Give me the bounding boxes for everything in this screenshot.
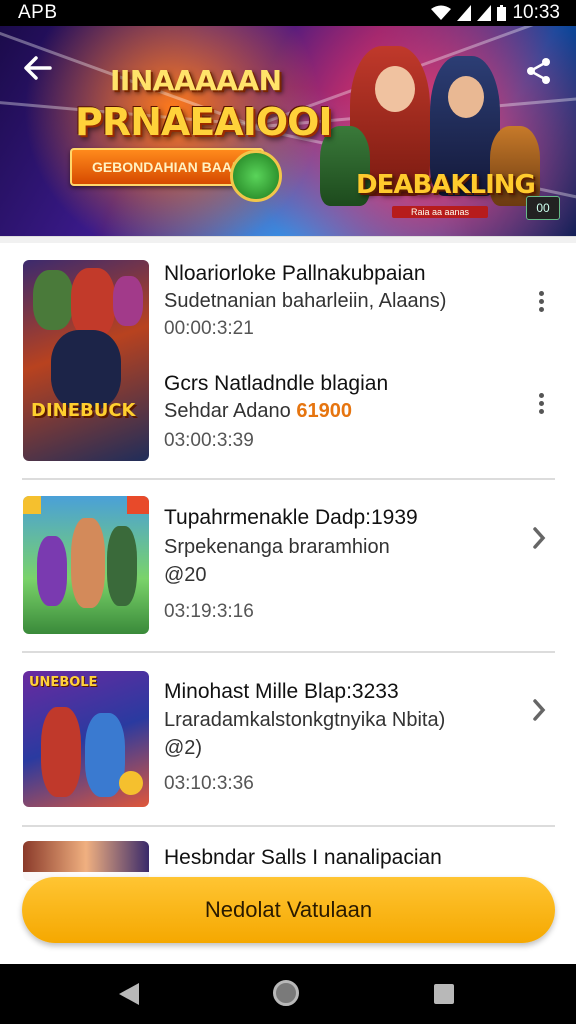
item-subtitle: Sehdar Adano 61900 [164, 400, 352, 423]
item-subtitle: Lraradamkalstonkgtnyika Nbita) [164, 709, 446, 731]
battery-icon [497, 5, 507, 21]
open-item-button[interactable] [532, 698, 552, 728]
chevron-right-icon [533, 527, 546, 549]
item-subtitle: Srpekenanga braramhion [164, 536, 390, 558]
more-options-button[interactable] [534, 390, 548, 420]
item-title[interactable]: Hesbndar Salls I nanalipacian [164, 846, 442, 870]
hero-figure [375, 66, 415, 112]
banner-badge: 00 [526, 196, 560, 220]
banner-logo: DEABAKLING [356, 170, 536, 200]
more-options-button[interactable] [534, 288, 548, 318]
banner-logo-sub: Raia aa aanas [392, 206, 488, 218]
item-time: 03:19:3:16 [164, 601, 254, 622]
row-separator [22, 478, 555, 480]
carrier-label: APB [18, 2, 58, 23]
item-time: 03:10:3:36 [164, 773, 254, 794]
recent-square-icon[interactable] [434, 984, 454, 1004]
item-subtitle-accent: 61900 [296, 400, 352, 422]
item-extra: @2) [164, 737, 203, 759]
item-time: 03:00:3:39 [164, 430, 254, 451]
back-triangle-icon[interactable] [119, 983, 139, 1005]
share-icon [527, 58, 550, 84]
back-button[interactable] [22, 52, 60, 90]
banner-title: PRNAEAIOOI [75, 100, 333, 144]
chevron-right-icon [533, 699, 546, 721]
open-item-button[interactable] [532, 526, 552, 556]
item-subtitle-text: Sehdar Adano [164, 400, 291, 422]
row-separator [22, 651, 555, 653]
signal-icon [457, 5, 472, 21]
row-separator [22, 825, 555, 827]
status-icons: 10:33 [431, 2, 560, 24]
kebab-icon [538, 393, 544, 398]
arrow-left-icon [24, 56, 52, 80]
hero-figure [448, 76, 484, 118]
banner-title-top: IINAAAAAN [110, 64, 282, 97]
divider [0, 236, 576, 243]
wifi-icon [431, 5, 452, 20]
kebab-icon [538, 291, 544, 296]
game-thumbnail[interactable]: DINEBUCK [23, 260, 149, 461]
signal-icon [477, 5, 492, 21]
share-button[interactable] [524, 56, 554, 86]
home-circle-icon[interactable] [273, 980, 299, 1006]
item-title[interactable]: Minohast Mille Blap:3233 [164, 680, 399, 704]
primary-action-button[interactable]: Nedolat Vatulaan [22, 877, 555, 943]
clock: 10:33 [512, 2, 560, 23]
item-subtitle: Sudetnanian baharleiin, Alaans) [164, 290, 447, 312]
status-bar: APB 10:33 [0, 0, 576, 26]
banner-emblem-icon [230, 150, 282, 202]
game-thumbnail[interactable] [23, 496, 149, 634]
item-title[interactable]: Tupahrmenakle Dadp:1939 [164, 506, 418, 530]
game-thumbnail[interactable]: UNEBOLE [23, 671, 149, 807]
item-time: 00:00:3:21 [164, 318, 254, 339]
item-title[interactable]: Nloariorloke Pallnakubpaian [164, 262, 426, 286]
item-extra: @20 [164, 564, 207, 586]
item-title[interactable]: Gcrs Natladndle blagian [164, 372, 388, 396]
